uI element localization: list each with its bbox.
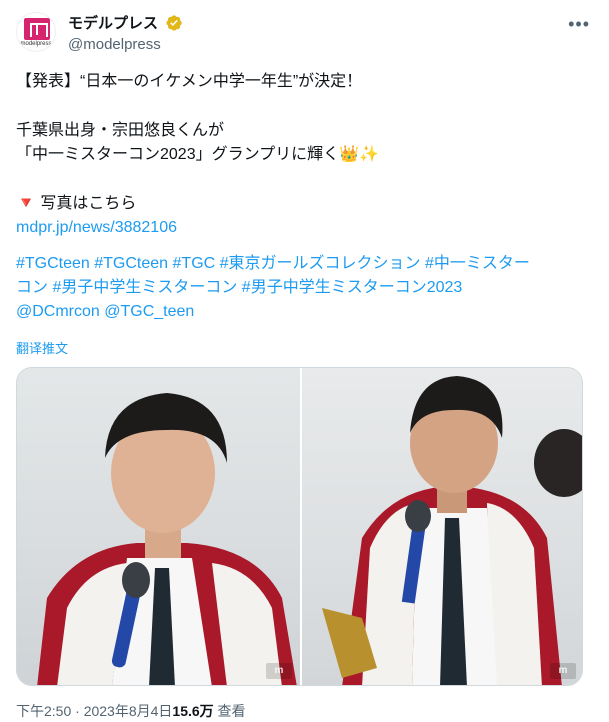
tweet-header: modelpress モデルプレス @modelpress ••• [16, 10, 596, 58]
photo-left[interactable]: m [17, 368, 300, 685]
display-name[interactable]: モデルプレス [68, 12, 158, 33]
views-label: 查看 [217, 703, 246, 719]
avatar-logo-text: modelpress [20, 41, 52, 47]
watermark-left: m [266, 663, 292, 679]
photo-right[interactable]: m [302, 368, 582, 685]
tweet-meta: 下午2:50 · 2023年8月4日15.6万 查看 [16, 701, 246, 721]
account-handle[interactable]: @modelpress [68, 36, 183, 53]
media-grid: m m [16, 367, 583, 686]
tweet-text: 【発表】“日本一のイケメン中学一年生”が決定！ 千葉県出身・宗田悠良くんが 「中… [16, 70, 586, 324]
views-count: 15.6万 [172, 703, 214, 719]
photos-label: 写真はこちら [40, 195, 137, 212]
modelpress-logo-icon [24, 18, 50, 40]
photo-right-illustration [322, 376, 582, 685]
avatar[interactable]: modelpress [16, 12, 56, 52]
mentions[interactable]: @DCmrcon @TGC_teen [16, 300, 586, 324]
hashtags-line-2[interactable]: コン #男子中学生ミスターコン #男子中学生ミスターコン2023 [16, 276, 586, 300]
watermark-right: m [550, 663, 576, 679]
photo-left-illustration [37, 393, 297, 685]
tweet-line-origin: 千葉県出身・宗田悠良くんが [16, 122, 225, 139]
more-options-icon[interactable]: ••• [568, 14, 590, 35]
down-triangle-icon: 🔻 [16, 195, 36, 212]
account-names: モデルプレス @modelpress [68, 12, 183, 53]
timestamp[interactable]: 下午2:50 · 2023年8月4日 [16, 703, 172, 719]
tweet-line-grandprix: 「中一ミスターコン2023」グランプリに輝く👑✨ [16, 146, 379, 163]
news-link[interactable]: mdpr.jp/news/3882106 [16, 216, 586, 240]
hashtags-line-1[interactable]: #TGCteen #TGCteen #TGC #東京ガールズコレクション #中一… [16, 252, 586, 276]
verified-badge-icon [166, 14, 183, 31]
translate-tweet-link[interactable]: 翻译推文 [16, 338, 68, 357]
tweet-line-photos: 🔻 写真はこちら [16, 192, 586, 216]
tweet-line-headline: 【発表】“日本一のイケメン中学一年生”が決定！ [16, 73, 363, 90]
tweet-card: modelpress モデルプレス @modelpress ••• 【発表】“日… [0, 0, 609, 722]
